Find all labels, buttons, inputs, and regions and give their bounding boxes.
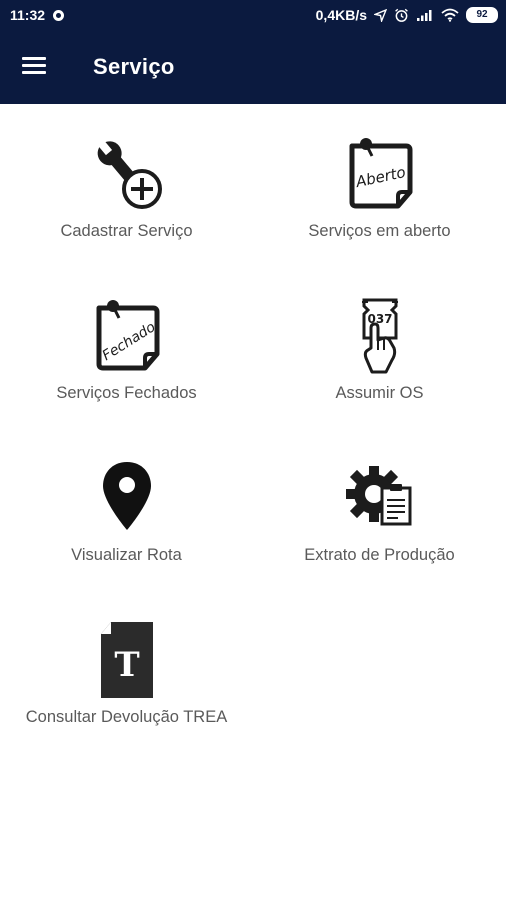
notification-icon xyxy=(53,9,65,21)
page-title: Serviço xyxy=(93,54,175,79)
servicos-fechados-tile[interactable]: Fechado Serviços Fechados xyxy=(0,266,253,416)
servicos-fechados-label: Serviços Fechados xyxy=(56,384,197,402)
gear-document-icon xyxy=(340,458,420,538)
assumir-os-label: Assumir OS xyxy=(335,384,424,402)
assumir-os-tile[interactable]: 037 Assumir OS xyxy=(253,266,506,416)
note-aberto-icon: Aberto xyxy=(340,134,420,214)
cadastrar-servico-tile[interactable]: Cadastrar Serviço xyxy=(0,104,253,254)
signal-icon xyxy=(417,9,432,21)
hamburger-menu-button[interactable] xyxy=(22,54,50,80)
visualizar-rota-label: Visualizar Rota xyxy=(71,546,182,564)
document-t-letter: T xyxy=(114,645,139,685)
status-bar: 11:32 0,4KB/s 92 xyxy=(0,0,506,32)
alarm-icon xyxy=(395,8,408,22)
wrench-plus-icon xyxy=(87,134,167,214)
consultar-devolucao-trea-label: Consultar Devolução TREA xyxy=(25,708,228,726)
status-time: 11:32 xyxy=(10,7,46,23)
visualizar-rota-tile[interactable]: Visualizar Rota xyxy=(0,428,253,578)
servicos-em-aberto-label: Serviços em aberto xyxy=(308,222,451,240)
ticket-hand-icon: 037 xyxy=(340,296,420,376)
note-fechado-icon: Fechado xyxy=(87,296,167,376)
wifi-icon xyxy=(441,8,459,22)
app-bar: Serviço xyxy=(0,32,506,104)
extrato-de-producao-tile[interactable]: Extrato de Produção xyxy=(253,428,506,578)
location-arrow-icon xyxy=(374,8,387,22)
map-pin-icon xyxy=(87,458,167,538)
battery-indicator: 92 xyxy=(466,7,498,23)
document-t-icon: T xyxy=(87,620,167,700)
network-speed: 0,4KB/s xyxy=(315,7,367,23)
servicos-em-aberto-tile[interactable]: Aberto Serviços em aberto xyxy=(253,104,506,254)
consultar-devolucao-trea-tile[interactable]: T Consultar Devolução TREA xyxy=(0,590,253,740)
extrato-de-producao-label: Extrato de Produção xyxy=(304,546,455,564)
cadastrar-servico-label: Cadastrar Serviço xyxy=(60,222,193,240)
